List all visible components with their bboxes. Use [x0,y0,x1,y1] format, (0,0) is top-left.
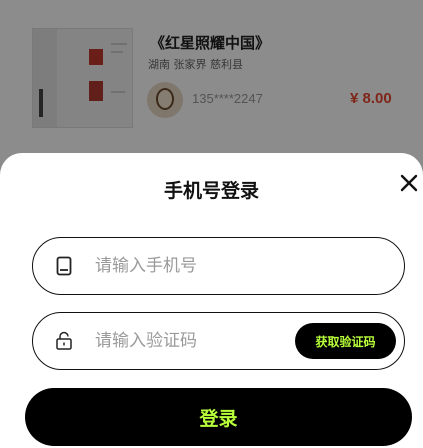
close-icon [400,174,418,192]
sheet-title: 手机号登录 [163,180,259,202]
lock-icon [53,330,75,352]
phone-field[interactable] [32,237,405,295]
close-button[interactable] [397,171,421,195]
phone-input[interactable] [95,248,295,284]
verification-code-input[interactable] [95,323,295,359]
get-code-button[interactable]: 获取验证码 [295,323,396,359]
login-bottom-sheet: 手机号登录 获取验证码 登录 [0,153,423,448]
login-button[interactable]: 登录 [25,388,412,446]
phone-icon [53,255,75,277]
verification-code-field[interactable]: 获取验证码 [32,312,405,370]
